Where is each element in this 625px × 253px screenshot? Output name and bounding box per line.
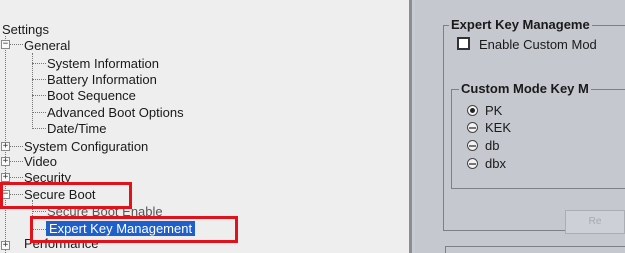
tree-item-date-time[interactable]: Date/Time (47, 121, 106, 136)
tree-item-general[interactable]: General (24, 38, 70, 53)
highlight-secure-boot (0, 182, 132, 209)
tree-item-system-configuration[interactable]: System Configuration (24, 139, 148, 154)
expand-system-configuration-icon[interactable]: + (1, 142, 10, 151)
expand-security-icon[interactable]: + (1, 173, 10, 182)
expand-video-icon[interactable]: + (1, 157, 10, 166)
expert-key-management-title: Expert Key Manageme (449, 17, 592, 32)
highlight-expert-key-management (30, 216, 238, 243)
enable-custom-mode-label[interactable]: Enable Custom Mod (479, 37, 597, 52)
key-pk-label[interactable]: PK (485, 103, 502, 118)
tree-item-battery-information[interactable]: Battery Information (47, 72, 157, 87)
tree-hline (32, 112, 46, 113)
lower-group-box (445, 246, 625, 253)
key-db-label[interactable]: db (485, 138, 499, 153)
tree-hline (32, 128, 46, 129)
key-db-radio[interactable] (467, 140, 478, 151)
expand-performance-icon[interactable]: + (1, 241, 10, 250)
key-dbx-radio[interactable] (467, 158, 478, 169)
tree-item-video[interactable]: Video (24, 154, 57, 169)
tree-hline (32, 211, 46, 212)
restore-button[interactable]: Re (565, 210, 625, 234)
enable-custom-mode-checkbox[interactable] (457, 37, 470, 50)
key-pk-radio[interactable] (467, 105, 478, 116)
tree-hline (32, 95, 46, 96)
tree-root-settings[interactable]: Settings (2, 22, 49, 37)
tree-item-system-information[interactable]: System Information (47, 56, 159, 71)
tree-item-boot-sequence[interactable]: Boot Sequence (47, 88, 136, 103)
tree-item-advanced-boot-options[interactable]: Advanced Boot Options (47, 105, 184, 120)
key-kek-label[interactable]: KEK (485, 120, 511, 135)
tree-hline (32, 63, 46, 64)
tree-general-line (32, 53, 33, 129)
collapse-general-icon[interactable]: − (1, 40, 10, 49)
custom-mode-key-group (451, 89, 625, 189)
tree-hline (32, 79, 46, 80)
settings-tree: Settings − General System Information Ba… (0, 0, 412, 253)
key-dbx-label[interactable]: dbx (485, 156, 506, 171)
key-kek-radio[interactable] (467, 122, 478, 133)
custom-mode-key-title: Custom Mode Key M (459, 81, 591, 96)
expert-key-management-panel: Expert Key Manageme Enable Custom Mod Cu… (415, 0, 625, 253)
